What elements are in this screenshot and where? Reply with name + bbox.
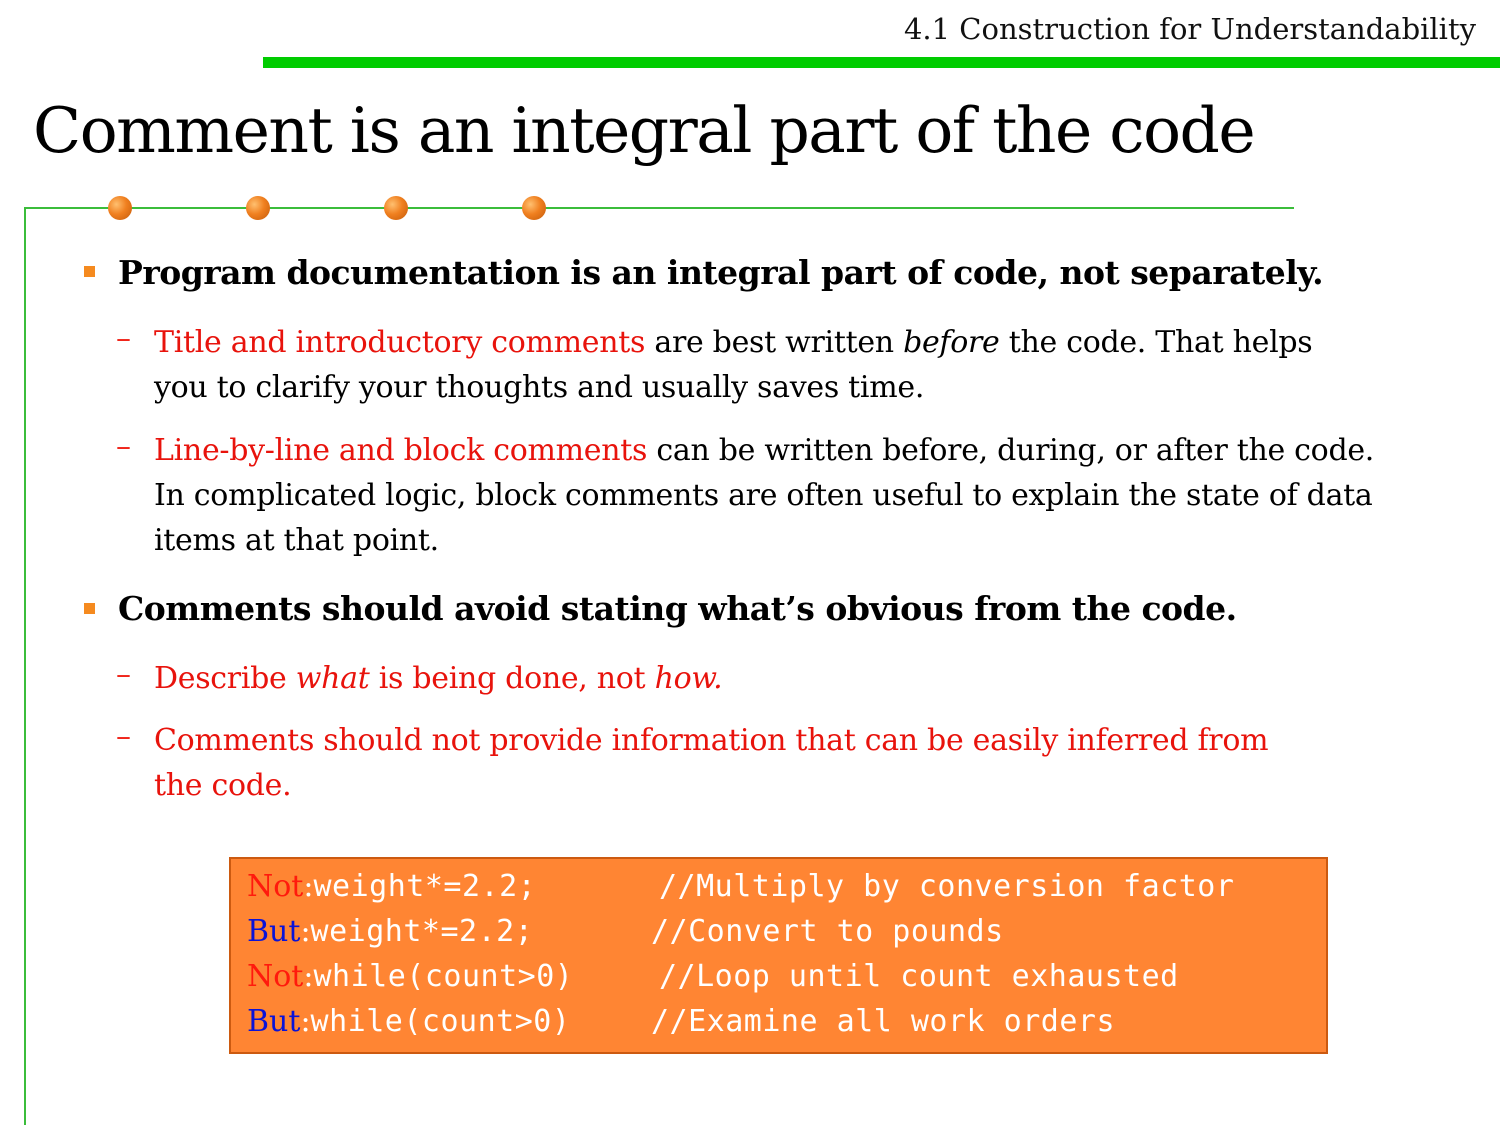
code-statement: while(count>0) [313, 959, 574, 994]
code-example-box: Not:weight*=2.2;//Multiply by conversion… [229, 857, 1328, 1054]
code-example-line: But:while(count>0) //Examine all work ord… [247, 1004, 1115, 1039]
sub-item: Line-by-line and block comments can be w… [154, 428, 1394, 563]
sub-item-text: are best written [645, 325, 904, 360]
code-colon: : [300, 914, 311, 949]
code-colon: : [303, 869, 314, 904]
code-comment: //Convert to pounds [651, 914, 1004, 949]
sub-item: Comments should not provide information … [154, 723, 1269, 803]
decor-dot-3 [384, 196, 408, 220]
sub-item-emphasis: before [903, 325, 1000, 360]
section-header: 4.1 Construction for Understandability [903, 12, 1476, 46]
bullet-heading: Comments should avoid stating what’s obv… [118, 589, 1237, 628]
code-label: But [247, 914, 301, 949]
sub-dash: – [116, 429, 131, 464]
sub-item-highlight: Title and introductory comments [154, 325, 646, 360]
code-comment: //Multiply by conversion factor [659, 869, 1235, 904]
code-label: But [247, 1004, 301, 1039]
decor-dot-1 [108, 196, 132, 220]
sub-item-text: Describe [154, 661, 296, 696]
sub-dash: – [116, 657, 131, 692]
code-statement: weight*=2.2; [310, 914, 534, 949]
code-statement: while(count>0) [310, 1004, 571, 1039]
code-example-line: Not:weight*=2.2; //Multiply by conversion… [247, 869, 1234, 904]
code-colon: : [303, 959, 314, 994]
bullet-marker [84, 266, 95, 277]
sub-item-emphasis: what [295, 661, 370, 696]
code-statement: weight*=2.2; [313, 869, 537, 904]
header-accent-bar [263, 57, 1500, 68]
code-colon: : [300, 1004, 311, 1039]
sub-item: Title and introductory comments are best… [154, 320, 1344, 410]
sub-dash: – [116, 719, 131, 754]
sub-item-text: is being done, not [369, 661, 655, 696]
decor-dot-4 [522, 196, 546, 220]
slide-title: Comment is an integral part of the code [33, 94, 1256, 167]
bullet-heading: Program documentation is an integral par… [118, 253, 1324, 292]
sub-item: Describe what is being done, not how. [154, 656, 1404, 701]
code-label: Not [247, 959, 304, 994]
code-example-line: But:weight*=2.2; //Convert to pounds [247, 914, 1003, 949]
code-example-line: Not:while(count>0) //Loop until count exh… [247, 959, 1178, 994]
code-comment: //Loop until count exhausted [659, 959, 1179, 994]
code-comment: //Examine all work orders [651, 1004, 1116, 1039]
sub-item-highlight: Line-by-line and block comments [154, 433, 648, 468]
sub-dash: – [116, 321, 131, 356]
code-label: Not [247, 869, 304, 904]
bullet-marker [84, 603, 95, 614]
sub-item-emphasis: how. [654, 661, 723, 696]
title-underline [24, 207, 1294, 209]
left-frame-line [24, 207, 26, 1125]
decor-dot-2 [246, 196, 270, 220]
